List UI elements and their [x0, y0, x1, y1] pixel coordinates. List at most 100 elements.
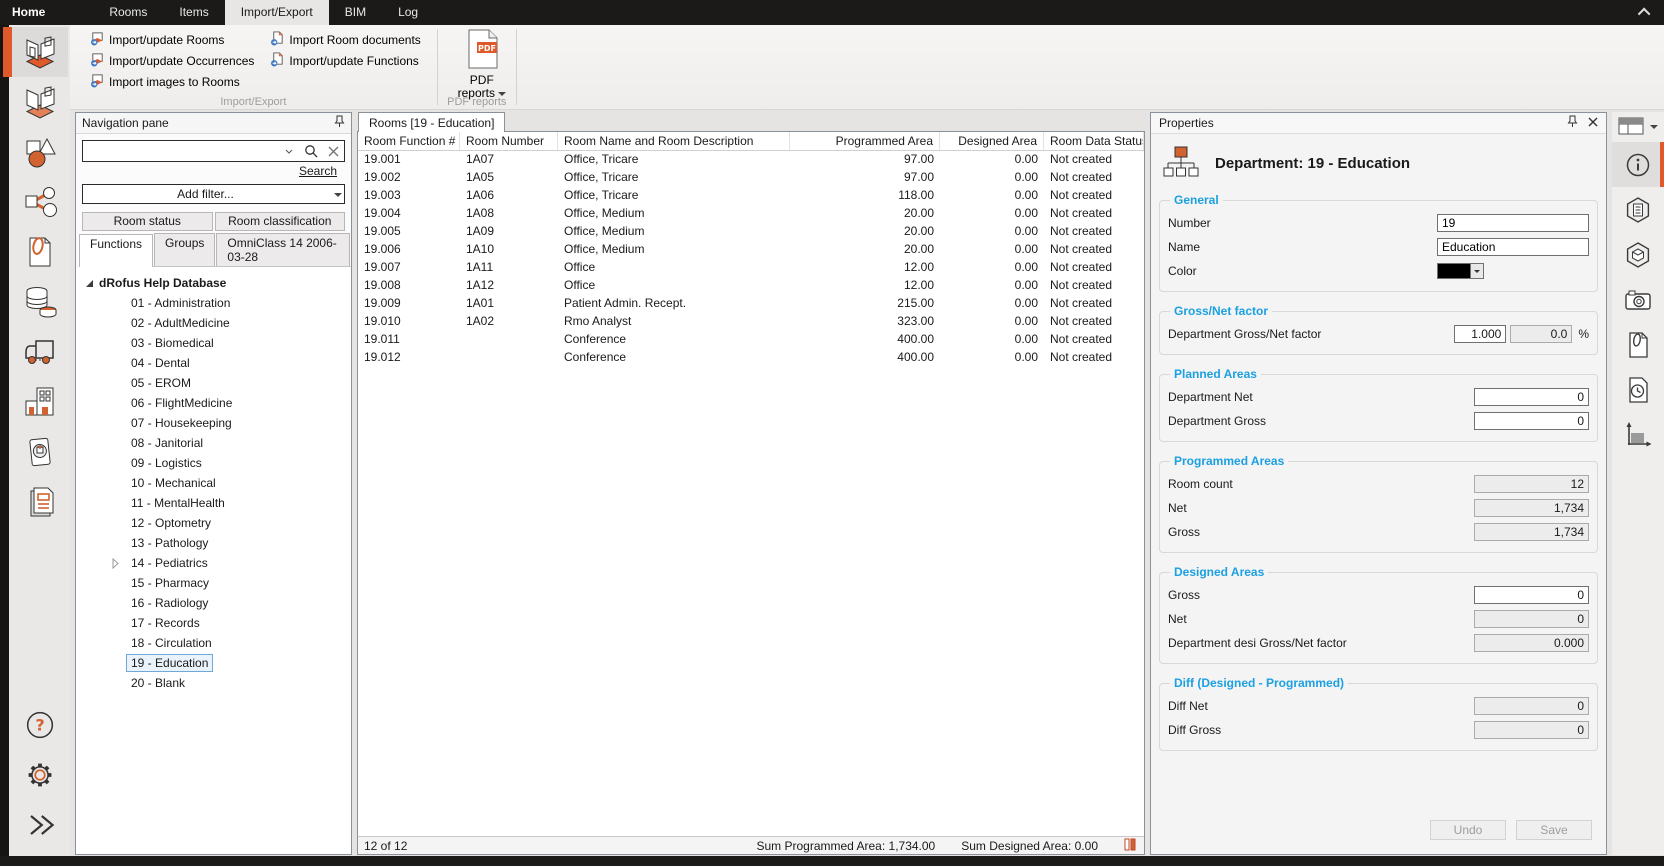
attachments-icon[interactable] — [1612, 322, 1664, 367]
help-icon[interactable]: ? — [12, 700, 68, 750]
tree-item[interactable]: 15 - Pharmacy — [76, 573, 351, 593]
filter-tab[interactable]: Room status — [82, 212, 213, 231]
tree-item[interactable]: 02 - AdultMedicine — [76, 313, 351, 333]
tree-item[interactable]: 18 - Circulation — [76, 633, 351, 653]
tree-root[interactable]: dRofus Help Database — [76, 273, 351, 293]
column-header[interactable]: Room Name and Room Description — [558, 132, 790, 150]
tree-item[interactable]: 09 - Logistics — [76, 453, 351, 473]
table-row[interactable]: 19.006 1A10 Office, Medium 20.00 0.00 No… — [358, 241, 1144, 259]
table-row[interactable]: 19.003 1A06 Office, Tricare 118.00 0.00 … — [358, 187, 1144, 205]
tree-item[interactable]: 16 - Radiology — [76, 593, 351, 613]
column-header[interactable]: Room Function # — [358, 132, 460, 150]
layout-selector-icon[interactable] — [1618, 116, 1644, 139]
table-row[interactable]: 19.005 1A09 Office, Medium 20.00 0.00 No… — [358, 223, 1144, 241]
column-header[interactable]: Programmed Area — [790, 132, 940, 150]
table-row[interactable]: 19.010 1A02 Rmo Analyst 323.00 0.00 Not … — [358, 313, 1144, 331]
tree-item[interactable]: 17 - Records — [76, 613, 351, 633]
finance-icon[interactable] — [12, 277, 68, 327]
search-options-chevron-icon[interactable] — [278, 149, 300, 154]
table-row[interactable]: 19.007 1A11 Office 12.00 0.00 Not create… — [358, 259, 1144, 277]
classification-tab[interactable]: OmniClass 14 2006-03-28 — [216, 233, 350, 266]
table-row[interactable]: 19.012 Conference 400.00 0.00 Not create… — [358, 349, 1144, 367]
occurrences-icon[interactable] — [12, 177, 68, 227]
settings-icon[interactable] — [12, 750, 68, 800]
collapse-ribbon-icon[interactable] — [1626, 0, 1664, 25]
facility-icon[interactable] — [12, 377, 68, 427]
close-icon[interactable] — [1588, 116, 1598, 130]
tree-item[interactable]: 07 - Housekeeping — [76, 413, 351, 433]
documents-icon[interactable] — [12, 227, 68, 277]
search-link[interactable]: Search — [299, 164, 337, 178]
save-button[interactable]: Save — [1516, 820, 1592, 840]
property-value-field[interactable]: 0 — [1474, 586, 1589, 604]
table-row[interactable]: 19.011 Conference 400.00 0.00 Not create… — [358, 331, 1144, 349]
table-row[interactable]: 19.004 1A08 Office, Medium 20.00 0.00 No… — [358, 205, 1144, 223]
property-value-field[interactable]: 0 — [1474, 388, 1589, 406]
area-chart-icon[interactable] — [1124, 838, 1138, 854]
info-icon[interactable] — [1612, 142, 1664, 187]
logistics-icon[interactable] — [12, 327, 68, 377]
tree-item[interactable]: 04 - Dental — [76, 353, 351, 373]
color-swatch[interactable] — [1437, 263, 1471, 279]
tree-item[interactable]: 20 - Blank — [76, 673, 351, 693]
layout-caret-icon[interactable] — [1650, 125, 1658, 129]
pdf-reports-button[interactable]: PDF PDF reports — [452, 29, 512, 100]
log-icon[interactable] — [1612, 367, 1664, 412]
collapse-node-icon[interactable] — [86, 280, 93, 287]
menu-tab[interactable]: Log — [382, 0, 434, 25]
name-field[interactable] — [1437, 238, 1589, 256]
items-icon[interactable] — [12, 127, 68, 177]
property-value-field[interactable]: 0.000 — [1474, 634, 1589, 652]
menu-tab[interactable]: BIM — [329, 0, 382, 25]
gross-net-factor-field[interactable]: 1.000 — [1454, 325, 1506, 343]
tree-item[interactable]: 10 - Mechanical — [76, 473, 351, 493]
add-filter-button[interactable]: Add filter... — [82, 184, 345, 204]
images-icon[interactable] — [1612, 277, 1664, 322]
clear-search-icon[interactable] — [322, 146, 344, 157]
menu-tab[interactable]: Import/Export — [225, 0, 329, 25]
column-header[interactable]: Room Number — [460, 132, 558, 150]
tree-item[interactable]: 12 - Optometry — [76, 513, 351, 533]
color-dropdown-icon[interactable] — [1471, 263, 1484, 279]
expand-node-icon[interactable] — [112, 558, 126, 569]
classification-tab[interactable]: Groups — [154, 233, 215, 266]
table-row[interactable]: 19.002 1A05 Office, Tricare 97.00 0.00 N… — [358, 169, 1144, 187]
column-header[interactable]: Designed Area — [940, 132, 1044, 150]
tree-item[interactable]: 01 - Administration — [76, 293, 351, 313]
table-row[interactable]: 19.001 1A07 Office, Tricare 97.00 0.00 N… — [358, 151, 1144, 169]
expand-sidebar-icon[interactable] — [12, 800, 68, 850]
datasheet-icon[interactable] — [1612, 187, 1664, 232]
menu-home[interactable]: Home — [0, 0, 63, 25]
column-header[interactable]: Room Data Status — [1044, 132, 1144, 150]
ribbon-button[interactable]: Import/update Rooms — [84, 29, 260, 50]
tree-item[interactable]: 14 - Pediatrics — [76, 553, 351, 573]
tree-item[interactable]: 13 - Pathology — [76, 533, 351, 553]
rooms-alt-icon[interactable] — [12, 77, 68, 127]
table-row[interactable]: 19.008 1A12 Office 12.00 0.00 Not create… — [358, 277, 1144, 295]
ribbon-button[interactable]: Import images to Rooms — [84, 71, 260, 92]
pin-icon[interactable] — [334, 115, 345, 131]
menu-tab[interactable]: Rooms — [93, 0, 163, 25]
search-icon[interactable] — [300, 144, 322, 158]
tree-item[interactable]: 08 - Janitorial — [76, 433, 351, 453]
property-value-field[interactable]: 0 — [1474, 610, 1589, 628]
rooms-icon[interactable] — [12, 27, 68, 77]
filter-tab[interactable]: Room classification — [215, 212, 346, 231]
product-data-icon[interactable] — [12, 427, 68, 477]
table-row[interactable]: 19.009 1A01 Patient Admin. Recept. 215.0… — [358, 295, 1144, 313]
reports-icon[interactable] — [12, 477, 68, 527]
measurements-icon[interactable] — [1612, 412, 1664, 457]
tree-item[interactable]: 11 - MentalHealth — [76, 493, 351, 513]
ribbon-button[interactable]: Import/update Functions — [264, 50, 426, 71]
number-field[interactable] — [1437, 214, 1589, 232]
ribbon-button[interactable]: Import/update Occurrences — [84, 50, 260, 71]
undo-button[interactable]: Undo — [1430, 820, 1506, 840]
tree-item[interactable]: 05 - EROM — [76, 373, 351, 393]
search-input[interactable] — [83, 142, 278, 160]
pin-icon[interactable] — [1567, 115, 1578, 131]
rooms-tab[interactable]: Rooms [19 - Education] — [358, 112, 505, 132]
tree-item[interactable]: 03 - Biomedical — [76, 333, 351, 353]
menu-tab[interactable]: Items — [163, 0, 224, 25]
model-icon[interactable] — [1612, 232, 1664, 277]
property-value-field[interactable]: 0 — [1474, 412, 1589, 430]
